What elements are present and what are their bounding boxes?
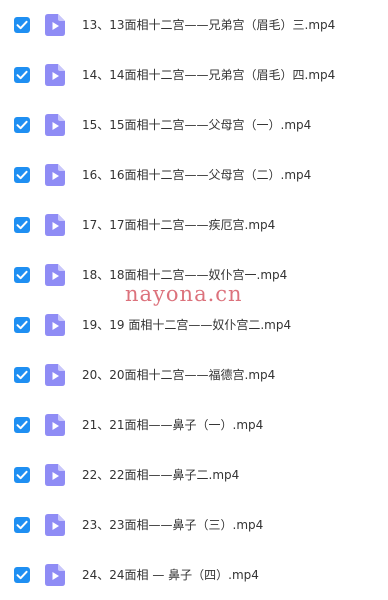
file-name[interactable]: 21、21面相——鼻子（一）.mp4 [82, 416, 263, 434]
checkbox-checked-icon[interactable] [14, 467, 30, 483]
file-row[interactable]: 21、21面相——鼻子（一）.mp4 [0, 400, 388, 450]
file-name[interactable]: 14、14面相十二宫——兄弟宫（眉毛）四.mp4 [82, 66, 335, 84]
watermark: nayona.cn [125, 282, 243, 306]
file-row[interactable]: 19、19 面相十二宫——奴仆宫二.mp4 [0, 300, 388, 350]
file-name[interactable]: 16、16面相十二宫——父母宫（二）.mp4 [82, 166, 311, 184]
checkbox-checked-icon[interactable] [14, 17, 30, 33]
file-row[interactable]: 24、24面相 — 鼻子（四）.mp4 [0, 550, 388, 600]
video-file-icon [45, 314, 65, 336]
checkbox-checked-icon[interactable] [14, 567, 30, 583]
checkbox-checked-icon[interactable] [14, 367, 30, 383]
file-name[interactable]: 15、15面相十二宫——父母宫（一）.mp4 [82, 116, 311, 134]
video-file-icon [45, 214, 65, 236]
file-row[interactable]: 22、22面相——鼻子二.mp4 [0, 450, 388, 500]
file-name[interactable]: 20、20面相十二宫——福德宫.mp4 [82, 366, 275, 384]
file-row[interactable]: 15、15面相十二宫——父母宫（一）.mp4 [0, 100, 388, 150]
checkbox-checked-icon[interactable] [14, 217, 30, 233]
video-file-icon [45, 464, 65, 486]
video-file-icon [45, 14, 65, 36]
file-row[interactable]: 16、16面相十二宫——父母宫（二）.mp4 [0, 150, 388, 200]
file-name[interactable]: 17、17面相十二宫——疾厄宫.mp4 [82, 216, 275, 234]
file-row[interactable]: 17、17面相十二宫——疾厄宫.mp4 [0, 200, 388, 250]
video-file-icon [45, 114, 65, 136]
video-file-icon [45, 364, 65, 386]
checkbox-checked-icon[interactable] [14, 167, 30, 183]
video-file-icon [45, 564, 65, 586]
file-row[interactable]: 14、14面相十二宫——兄弟宫（眉毛）四.mp4 [0, 50, 388, 100]
checkbox-checked-icon[interactable] [14, 267, 30, 283]
file-name[interactable]: 22、22面相——鼻子二.mp4 [82, 466, 239, 484]
checkbox-checked-icon[interactable] [14, 517, 30, 533]
checkbox-checked-icon[interactable] [14, 67, 30, 83]
file-row[interactable]: 20、20面相十二宫——福德宫.mp4 [0, 350, 388, 400]
video-file-icon [45, 414, 65, 436]
video-file-icon [45, 514, 65, 536]
checkbox-checked-icon[interactable] [14, 317, 30, 333]
file-name[interactable]: 13、13面相十二宫——兄弟宫（眉毛）三.mp4 [82, 16, 335, 34]
file-name[interactable]: 19、19 面相十二宫——奴仆宫二.mp4 [82, 316, 291, 334]
video-file-icon [45, 164, 65, 186]
checkbox-checked-icon[interactable] [14, 417, 30, 433]
checkbox-checked-icon[interactable] [14, 117, 30, 133]
video-file-icon [45, 264, 65, 286]
file-name[interactable]: 24、24面相 — 鼻子（四）.mp4 [82, 566, 259, 584]
file-name[interactable]: 23、23面相——鼻子（三）.mp4 [82, 516, 263, 534]
video-file-icon [45, 64, 65, 86]
file-row[interactable]: 13、13面相十二宫——兄弟宫（眉毛）三.mp4 [0, 0, 388, 50]
file-row[interactable]: 23、23面相——鼻子（三）.mp4 [0, 500, 388, 550]
